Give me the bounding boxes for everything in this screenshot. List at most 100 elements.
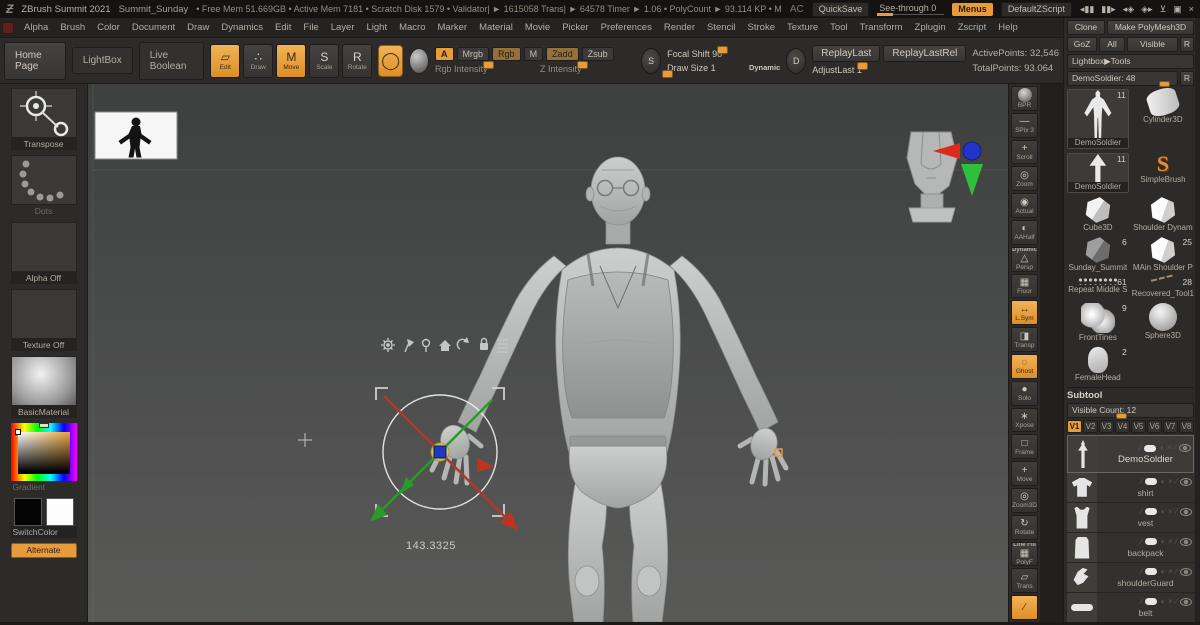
sculpt-toggle-icon[interactable]: ∕ bbox=[1141, 598, 1142, 606]
tool-item[interactable]: Shoulder Dynam bbox=[1132, 197, 1194, 233]
menu-item[interactable]: Layer bbox=[325, 20, 361, 35]
menu-item[interactable]: Light bbox=[360, 20, 393, 35]
menu-item[interactable]: Document bbox=[126, 20, 181, 35]
visible-count-slider[interactable]: Visible Count: 12 bbox=[1067, 403, 1194, 418]
mode-button[interactable]: SScale bbox=[309, 44, 339, 78]
uv-toggle-icon[interactable]: ◖ bbox=[1159, 444, 1164, 452]
sculpt-toggle-icon[interactable]: ∕ bbox=[1141, 568, 1142, 576]
shelf-button[interactable]: □ Frame bbox=[1011, 434, 1038, 459]
paint-mode-chip[interactable]: Mrgb bbox=[457, 47, 490, 61]
subtool-row[interactable]: ∕ ◖ × ∕ shoulderGuard bbox=[1067, 563, 1194, 593]
mode-button[interactable]: ▱Edit bbox=[210, 44, 240, 78]
menu-item[interactable]: Color bbox=[91, 20, 126, 35]
see-through-slider[interactable]: See-through 0 bbox=[877, 3, 944, 15]
view-tab[interactable]: V1 bbox=[1067, 420, 1082, 433]
texture-selector[interactable]: Texture Off bbox=[11, 289, 77, 351]
view-tab[interactable]: V8 bbox=[1179, 420, 1194, 433]
paint-mode-chip[interactable]: Zsub bbox=[582, 47, 614, 61]
tool-item[interactable]: Cube3D bbox=[1067, 197, 1129, 233]
alternate-button[interactable]: Alternate bbox=[11, 543, 77, 558]
replay-settings-icon[interactable]: D bbox=[786, 48, 806, 74]
goz-button[interactable]: GoZ bbox=[1067, 37, 1097, 52]
export-visible-button[interactable]: Visible bbox=[1127, 37, 1178, 52]
shelf-button[interactable]: ∕ bbox=[1011, 595, 1038, 620]
menu-item[interactable]: Render bbox=[658, 20, 701, 35]
shelf-button[interactable]: Line Fill ▦ PolyF bbox=[1011, 542, 1038, 567]
tool-slider[interactable]: DemoSoldier: 48 bbox=[1067, 71, 1178, 86]
mask-toggle-icon[interactable]: × bbox=[1168, 568, 1173, 576]
menu-item[interactable]: Marker bbox=[432, 20, 474, 35]
window-control-icon[interactable]: ▮▮▸ bbox=[1101, 4, 1115, 15]
window-control-icon[interactable]: ◂▮▮ bbox=[1080, 4, 1094, 15]
shelf-button[interactable]: ◐ AAHalf bbox=[1011, 220, 1038, 245]
lightbox-tools-bar[interactable]: Lightbox▶Tools bbox=[1067, 54, 1194, 69]
shelf-button[interactable]: Dynamic △ Persp bbox=[1011, 247, 1038, 272]
stroke-settings-icon[interactable]: S bbox=[641, 48, 661, 74]
shelf-button[interactable]: ◎ Zoom3D bbox=[1011, 488, 1038, 513]
transpose-tool[interactable]: Transpose bbox=[11, 88, 77, 150]
gizmo-toolbar[interactable] bbox=[381, 337, 508, 352]
uv-toggle-icon[interactable]: ◖ bbox=[1160, 508, 1165, 516]
lightbox-button[interactable]: LightBox bbox=[72, 47, 133, 74]
eye-icon[interactable] bbox=[1180, 598, 1192, 606]
tool-item[interactable]: Cylinder3D bbox=[1132, 89, 1194, 149]
shelf-button[interactable]: ↔ L.Sym bbox=[1011, 300, 1038, 325]
subtool-row[interactable]: ∕ ◖ × ∕ belt bbox=[1067, 593, 1194, 622]
menu-item[interactable]: Texture bbox=[781, 20, 824, 35]
tool-item[interactable]: 2 FemaleHead bbox=[1067, 347, 1129, 383]
menu-item[interactable]: Edit bbox=[269, 20, 297, 35]
eye-icon[interactable] bbox=[1180, 478, 1192, 486]
panel-scrollbar[interactable] bbox=[1195, 18, 1200, 622]
pen-toggle-icon[interactable]: ∕ bbox=[1175, 444, 1176, 452]
polypaint-toggle-icon[interactable] bbox=[1145, 598, 1157, 605]
view-tab[interactable]: V4 bbox=[1115, 420, 1130, 433]
tool-item[interactable]: 28 Recovered_Tool1 bbox=[1132, 277, 1194, 299]
quicksave-button[interactable]: QuickSave bbox=[812, 2, 870, 17]
pen-toggle-icon[interactable]: ∕ bbox=[1176, 478, 1177, 486]
r-button[interactable]: R bbox=[1180, 37, 1194, 52]
subtool-row[interactable]: ∕ ◖ × ∕ shirt bbox=[1067, 473, 1194, 503]
switch-color[interactable]: SwitchColor bbox=[11, 498, 77, 538]
menu-item[interactable]: Draw bbox=[181, 20, 215, 35]
shelf-button[interactable]: ◨ Transp bbox=[1011, 327, 1038, 352]
shelf-button[interactable]: + Scroll bbox=[1011, 140, 1038, 165]
primary-color-swatch[interactable] bbox=[14, 498, 42, 526]
shelf-button[interactable]: + Move bbox=[1011, 461, 1038, 486]
uv-toggle-icon[interactable]: ◖ bbox=[1160, 568, 1165, 576]
adjust-last-slider[interactable]: AdjustLast 1 bbox=[812, 65, 966, 76]
polypaint-toggle-icon[interactable] bbox=[1145, 538, 1157, 545]
tool-item[interactable]: Sphere3D bbox=[1132, 303, 1194, 343]
tool-item[interactable]: 6 Sunday_Summit bbox=[1067, 237, 1129, 273]
eye-icon[interactable] bbox=[1180, 568, 1192, 576]
draw-size-slider[interactable]: Draw Size 1Dynamic bbox=[667, 63, 780, 73]
current-material-icon[interactable] bbox=[409, 48, 429, 74]
sculpt-toggle-icon[interactable]: ∕ bbox=[1140, 444, 1141, 452]
mode-button[interactable]: ∴Draw bbox=[243, 44, 273, 78]
mask-toggle-icon[interactable]: × bbox=[1168, 508, 1173, 516]
mask-toggle-icon[interactable]: × bbox=[1168, 538, 1173, 546]
live-boolean-button[interactable]: Live Boolean bbox=[139, 42, 205, 80]
mask-toggle-icon[interactable]: × bbox=[1167, 444, 1172, 452]
default-zscript-button[interactable]: DefaultZScript bbox=[1001, 2, 1072, 17]
shelf-button[interactable]: ▦ Floor bbox=[1011, 274, 1038, 299]
subtool-row[interactable]: ∕ ◖ × ∕ DemoSoldier bbox=[1067, 435, 1194, 473]
pen-toggle-icon[interactable]: ∕ bbox=[1176, 538, 1177, 546]
focal-shift-slider[interactable]: Focal Shift 90 bbox=[667, 49, 780, 60]
clone-button[interactable]: Clone bbox=[1067, 20, 1105, 35]
window-control-icon[interactable]: ◈▸ bbox=[1141, 4, 1152, 15]
pen-toggle-icon[interactable]: ∕ bbox=[1176, 508, 1177, 516]
rgb-intensity-slider[interactable]: Rgb Intensity bbox=[435, 64, 530, 75]
alpha-selector[interactable]: Alpha Off bbox=[11, 222, 77, 284]
window-control-icon[interactable]: ◂◈ bbox=[1123, 4, 1134, 15]
tool-item[interactable]: 11 DemoSoldier bbox=[1067, 153, 1129, 193]
gradient-picker-icon[interactable] bbox=[11, 423, 77, 481]
menu-item[interactable]: Brush bbox=[54, 20, 91, 35]
eye-icon[interactable] bbox=[1180, 508, 1192, 516]
paint-mode-chip[interactable]: Rgb bbox=[492, 47, 521, 61]
polypaint-toggle-icon[interactable] bbox=[1144, 445, 1156, 452]
menus-button[interactable]: Menus bbox=[952, 3, 993, 16]
window-control-icon[interactable]: ⊻ bbox=[1160, 4, 1167, 15]
shelf-button[interactable]: — SPix 3 bbox=[1011, 113, 1038, 138]
menu-item[interactable]: Macro bbox=[393, 20, 431, 35]
dynamic-tag[interactable]: Dynamic bbox=[749, 63, 780, 73]
